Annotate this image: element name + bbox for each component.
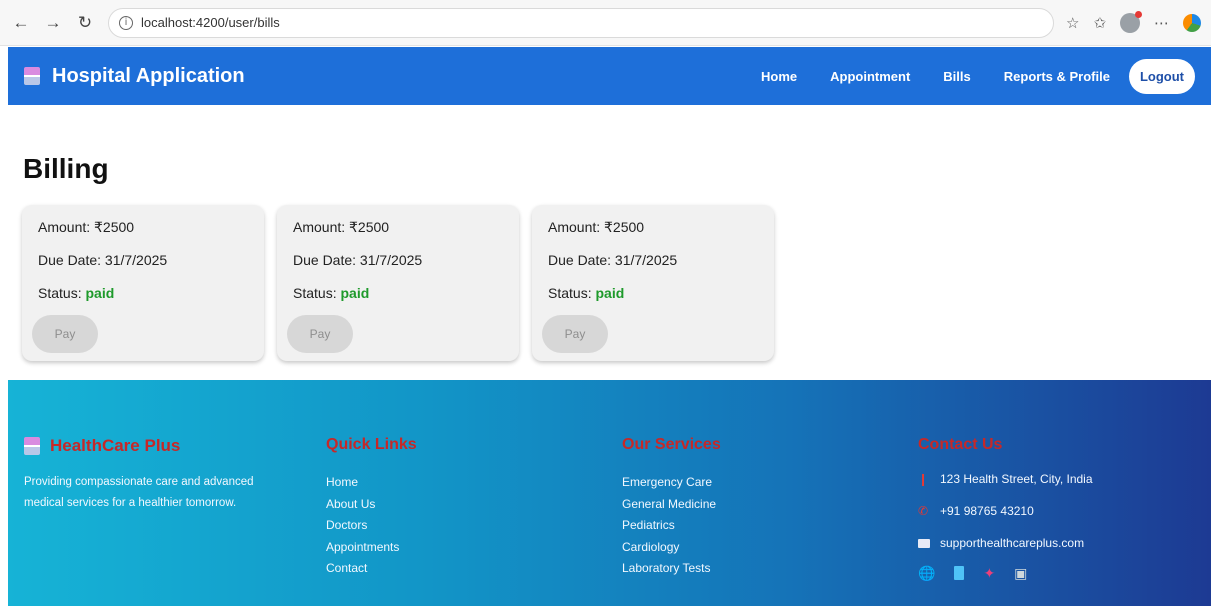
favorites-icon[interactable]: ✩ — [1093, 14, 1106, 32]
status-badge: paid — [340, 285, 370, 301]
more-menu-icon[interactable]: ⋯ — [1154, 14, 1169, 32]
logout-button[interactable]: Logout — [1128, 58, 1195, 94]
nav-reports-profile[interactable]: Reports & Profile — [1004, 69, 1110, 84]
bill-due-date: Due Date: 31/7/2025 — [38, 252, 168, 268]
footer-link-doctors[interactable]: Doctors — [326, 515, 417, 537]
bill-amount: Amount: ₹2500 — [38, 219, 135, 235]
footer-description: Providing compassionate care and advance… — [24, 476, 254, 509]
status-badge: paid — [85, 285, 115, 301]
browser-toolbar: ← → ↻ i localhost:4200/user/bills ☆ ✩ ⋯ — [0, 0, 1211, 46]
footer-link-about-us[interactable]: About Us — [326, 494, 417, 516]
url-text: localhost:4200/user/bills — [141, 15, 280, 30]
footer-brand: HealthCare Plus — [24, 436, 284, 456]
status-label: Status: — [38, 285, 82, 301]
contact-heading: Contact Us — [918, 436, 1003, 453]
contact-address: ❙ 123 Health Street, City, India — [918, 472, 1093, 486]
footer-contact: Contact Us ❙ 123 Health Street, City, In… — [918, 436, 1093, 582]
profile-avatar[interactable] — [1120, 10, 1143, 33]
contact-email: supporthealthcareplus.com — [918, 536, 1093, 550]
bill-status: Status: paid — [38, 285, 248, 301]
app-title: Hospital Application — [52, 64, 245, 87]
site-info-icon[interactable]: i — [119, 15, 133, 30]
footer-link-contact[interactable]: Contact — [326, 558, 417, 580]
camera-icon[interactable]: ▣ — [1014, 566, 1027, 582]
phone-text: +91 98765 43210 — [940, 504, 1034, 518]
copilot-icon[interactable] — [1183, 13, 1202, 32]
social-links: 🌐 ✦ ▣ — [918, 566, 1093, 582]
service-pediatrics[interactable]: Pediatrics — [622, 515, 721, 537]
location-pin-icon: ❙ — [918, 472, 929, 486]
back-icon[interactable]: ← — [8, 10, 34, 36]
status-label: Status: — [293, 285, 337, 301]
bill-status: Status: paid — [293, 285, 503, 301]
hospital-icon — [24, 437, 40, 455]
footer-quick-links: Quick Links Home About Us Doctors Appoin… — [326, 436, 417, 580]
footer-brand-name: HealthCare Plus — [50, 436, 181, 455]
footer-about: HealthCare Plus Providing compassionate … — [24, 436, 284, 514]
bird-icon[interactable]: ✦ — [983, 566, 995, 582]
service-laboratory-tests[interactable]: Laboratory Tests — [622, 558, 721, 580]
bill-due-date: Due Date: 31/7/2025 — [548, 252, 678, 268]
contact-phone: ✆ +91 98765 43210 — [918, 504, 1093, 518]
pay-button[interactable]: Pay — [287, 315, 353, 353]
quick-links-heading: Quick Links — [326, 436, 417, 453]
brand[interactable]: Hospital Application — [24, 65, 245, 88]
app-header: Hospital Application Home Appointment Bi… — [8, 47, 1211, 105]
bill-card: Amount: ₹2500 Due Date: 31/7/2025 Status… — [532, 205, 774, 361]
book-icon[interactable] — [954, 566, 965, 580]
service-emergency-care[interactable]: Emergency Care — [622, 472, 721, 494]
nav-appointment[interactable]: Appointment — [830, 69, 910, 84]
address-bar[interactable]: i localhost:4200/user/bills — [108, 7, 1054, 38]
email-text[interactable]: supporthealthcareplus.com — [940, 536, 1084, 550]
status-badge: paid — [595, 285, 625, 301]
footer-link-home[interactable]: Home — [326, 472, 417, 494]
phone-icon: ✆ — [918, 504, 929, 518]
forward-icon[interactable]: → — [40, 10, 66, 36]
pay-button[interactable]: Pay — [542, 315, 608, 353]
bill-card: Amount: ₹2500 Due Date: 31/7/2025 Status… — [22, 205, 264, 361]
footer-services: Our Services Emergency Care General Medi… — [622, 436, 721, 580]
bill-list: Amount: ₹2500 Due Date: 31/7/2025 Status… — [22, 205, 774, 361]
status-label: Status: — [548, 285, 592, 301]
hospital-icon — [24, 67, 40, 85]
bill-due-date: Due Date: 31/7/2025 — [293, 252, 423, 268]
service-cardiology[interactable]: Cardiology — [622, 537, 721, 559]
mail-icon — [918, 538, 930, 548]
bill-amount: Amount: ₹2500 — [548, 219, 645, 235]
footer-link-appointments[interactable]: Appointments — [326, 537, 417, 559]
address-text: 123 Health Street, City, India — [940, 472, 1093, 486]
bill-card: Amount: ₹2500 Due Date: 31/7/2025 Status… — [277, 205, 519, 361]
services-heading: Our Services — [622, 436, 721, 453]
main-nav: Home Appointment Bills Reports & Profile… — [728, 58, 1195, 94]
service-general-medicine[interactable]: General Medicine — [622, 494, 721, 516]
globe-icon[interactable]: 🌐 — [918, 566, 935, 582]
favorite-star-icon[interactable]: ☆ — [1066, 14, 1079, 32]
reload-icon[interactable]: ↻ — [72, 10, 98, 36]
nav-home[interactable]: Home — [761, 69, 797, 84]
page-title: Billing — [23, 153, 109, 184]
bill-status: Status: paid — [548, 285, 758, 301]
pay-button[interactable]: Pay — [32, 315, 98, 353]
footer: HealthCare Plus Providing compassionate … — [8, 380, 1211, 606]
nav-bills[interactable]: Bills — [943, 69, 970, 84]
bill-amount: Amount: ₹2500 — [293, 219, 390, 235]
